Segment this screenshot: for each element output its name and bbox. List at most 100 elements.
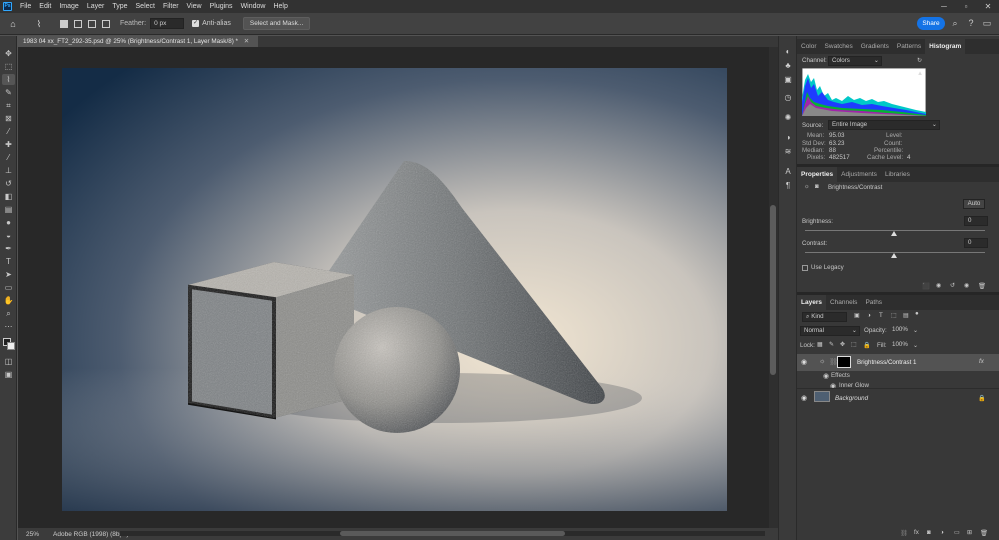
layer-row-background[interactable]: ◉ Background 🔒 bbox=[797, 388, 999, 405]
new-layer-icon[interactable]: ⊞ bbox=[967, 529, 972, 536]
opacity-input[interactable]: 100% bbox=[889, 326, 909, 336]
color-profile-info[interactable]: Adobe RGB (1998) (8bpc) bbox=[53, 531, 129, 538]
zoom-tool-icon[interactable]: ⌕ bbox=[2, 308, 15, 319]
frame-tool-icon[interactable]: ⊠ bbox=[2, 113, 15, 124]
lock-all-icon[interactable]: 🔒 bbox=[863, 341, 871, 349]
filter-toggle-icon[interactable]: ● bbox=[915, 310, 919, 317]
visibility-icon[interactable]: ◉ bbox=[964, 282, 969, 289]
dodge-tool-icon[interactable]: ◒ bbox=[2, 230, 15, 241]
menu-help[interactable]: Help bbox=[269, 3, 291, 10]
menu-filter[interactable]: Filter bbox=[159, 3, 183, 10]
clip-to-layer-icon[interactable]: ⬛ bbox=[922, 282, 930, 290]
zoom-level[interactable]: 25% bbox=[26, 531, 39, 538]
home-icon[interactable]: ⌂ bbox=[6, 17, 20, 31]
tab-adjustments[interactable]: Adjustments bbox=[837, 167, 881, 182]
link-layers-icon[interactable]: ⛓ bbox=[900, 529, 908, 537]
lock-position-icon[interactable]: ✥ bbox=[840, 341, 845, 348]
add-selection-icon[interactable] bbox=[74, 19, 82, 28]
visibility-eye-icon[interactable]: ◉ bbox=[801, 358, 807, 366]
brush-panel-icon[interactable]: ♣ bbox=[782, 60, 794, 72]
lock-artboard-icon[interactable]: ⬚ bbox=[851, 341, 857, 348]
new-adjustment-icon[interactable]: ◑ bbox=[940, 529, 944, 536]
visibility-eye-icon[interactable]: ◉ bbox=[801, 394, 807, 402]
tab-paths[interactable]: Paths bbox=[861, 295, 886, 310]
workspace-icon[interactable]: ▭ bbox=[981, 17, 993, 30]
layer-name[interactable]: Background bbox=[835, 395, 868, 402]
auto-button[interactable]: Auto bbox=[963, 199, 985, 209]
intersect-selection-icon[interactable] bbox=[102, 19, 110, 28]
menu-file[interactable]: File bbox=[16, 3, 35, 10]
quick-mask-icon[interactable]: ◫ bbox=[2, 356, 15, 367]
filter-adjustment-icon[interactable]: ◑ bbox=[867, 312, 871, 319]
learn-panel-icon[interactable]: ✺ bbox=[782, 112, 794, 124]
crop-tool-icon[interactable]: ⌗ bbox=[2, 100, 15, 111]
filter-smart-object-icon[interactable]: ▤ bbox=[903, 312, 909, 319]
menu-layer[interactable]: Layer bbox=[83, 3, 109, 10]
subtract-selection-icon[interactable] bbox=[88, 19, 96, 28]
share-button[interactable]: Share bbox=[917, 17, 945, 30]
reset-icon[interactable]: ↺ bbox=[950, 282, 955, 289]
history-panel-icon[interactable]: ◷ bbox=[782, 92, 794, 104]
add-style-icon[interactable]: fx bbox=[914, 529, 919, 536]
blur-tool-icon[interactable]: ● bbox=[2, 217, 15, 228]
filter-type-icon[interactable]: T bbox=[879, 312, 883, 319]
lasso-tool-icon[interactable]: ⌇ bbox=[2, 74, 15, 85]
lock-image-icon[interactable]: ✎ bbox=[829, 341, 834, 348]
tab-gradients[interactable]: Gradients bbox=[857, 39, 893, 54]
delete-layer-icon[interactable]: 🗑 bbox=[980, 529, 988, 537]
brightness-input[interactable]: 0 bbox=[964, 216, 988, 226]
hand-tool-icon[interactable]: ✋ bbox=[2, 295, 15, 306]
view-previous-icon[interactable]: ◉ bbox=[936, 282, 941, 289]
select-and-mask-button[interactable]: Select and Mask... bbox=[242, 17, 311, 30]
brush-settings-icon[interactable]: ≋ bbox=[782, 146, 794, 158]
contrast-slider-knob[interactable] bbox=[891, 253, 897, 258]
screen-mode-icon[interactable]: ▣ bbox=[2, 369, 15, 380]
maximize-icon[interactable]: ▫ bbox=[955, 0, 977, 13]
delete-icon[interactable]: 🗑 bbox=[978, 282, 986, 290]
rectangle-tool-icon[interactable]: ▭ bbox=[2, 282, 15, 293]
channel-select[interactable]: Colors ⌄ bbox=[828, 56, 882, 66]
tab-channels[interactable]: Channels bbox=[826, 295, 861, 310]
layer-mask-thumbnail[interactable] bbox=[837, 356, 851, 368]
menu-image[interactable]: Image bbox=[55, 3, 82, 10]
path-selection-tool-icon[interactable]: ➤ bbox=[2, 269, 15, 280]
menu-window[interactable]: Window bbox=[237, 3, 270, 10]
filter-shape-icon[interactable]: ⬚ bbox=[891, 312, 897, 319]
layer-effects-row[interactable]: ◉ Effects bbox=[797, 371, 999, 381]
menu-plugins[interactable]: Plugins bbox=[206, 3, 237, 10]
horizontal-scrollbar-thumb[interactable] bbox=[340, 531, 565, 536]
tab-color[interactable]: Color bbox=[797, 39, 821, 54]
eyedropper-tool-icon[interactable]: ⁄ bbox=[2, 126, 15, 137]
antialias-checkbox[interactable]: ✓ bbox=[192, 20, 200, 27]
more-tools-icon[interactable]: ⋯ bbox=[2, 321, 15, 332]
layer-name[interactable]: Brightness/Contrast 1 bbox=[857, 359, 917, 366]
move-tool-icon[interactable]: ✥ bbox=[2, 48, 15, 59]
tab-properties[interactable]: Properties bbox=[797, 167, 838, 182]
menu-view[interactable]: View bbox=[183, 3, 206, 10]
tab-patterns[interactable]: Patterns bbox=[893, 39, 925, 54]
use-legacy-checkbox[interactable] bbox=[802, 265, 808, 271]
clone-stamp-tool-icon[interactable]: ⊥ bbox=[2, 165, 15, 176]
layer-row-brightness-contrast[interactable]: ◉ ☼ ⛓ Brightness/Contrast 1 fx bbox=[797, 354, 999, 371]
layer-fx-icon[interactable]: fx bbox=[979, 358, 984, 365]
effects-eye-icon[interactable]: ◉ bbox=[823, 372, 829, 380]
comments-panel-icon[interactable]: ▣ bbox=[782, 74, 794, 86]
help-icon[interactable]: ? bbox=[965, 17, 977, 30]
eraser-tool-icon[interactable]: ◧ bbox=[2, 191, 15, 202]
brush-tool-icon[interactable]: ⁄ bbox=[2, 152, 15, 163]
lasso-tool-preset-icon[interactable]: ⌇ bbox=[32, 17, 46, 31]
tab-layers[interactable]: Layers bbox=[797, 295, 826, 310]
menu-select[interactable]: Select bbox=[132, 3, 159, 10]
tab-libraries[interactable]: Libraries bbox=[881, 167, 914, 182]
pen-tool-icon[interactable]: ✒ bbox=[2, 243, 15, 254]
feather-input[interactable]: 0 px bbox=[150, 18, 185, 29]
search-icon[interactable]: ⌕ bbox=[949, 17, 961, 30]
fill-chevron-icon[interactable]: ⌄ bbox=[913, 342, 918, 349]
fill-input[interactable]: 100% bbox=[889, 341, 909, 351]
close-icon[interactable]: ✕ bbox=[977, 0, 999, 13]
source-select[interactable]: Entire Image ⌄ bbox=[828, 120, 940, 130]
adjustments-panel-icon[interactable]: ◑ bbox=[782, 132, 794, 144]
filter-pixel-icon[interactable]: ▣ bbox=[854, 312, 860, 319]
tab-swatches[interactable]: Swatches bbox=[821, 39, 857, 54]
blend-mode-select[interactable]: Normal ⌄ bbox=[800, 326, 860, 336]
